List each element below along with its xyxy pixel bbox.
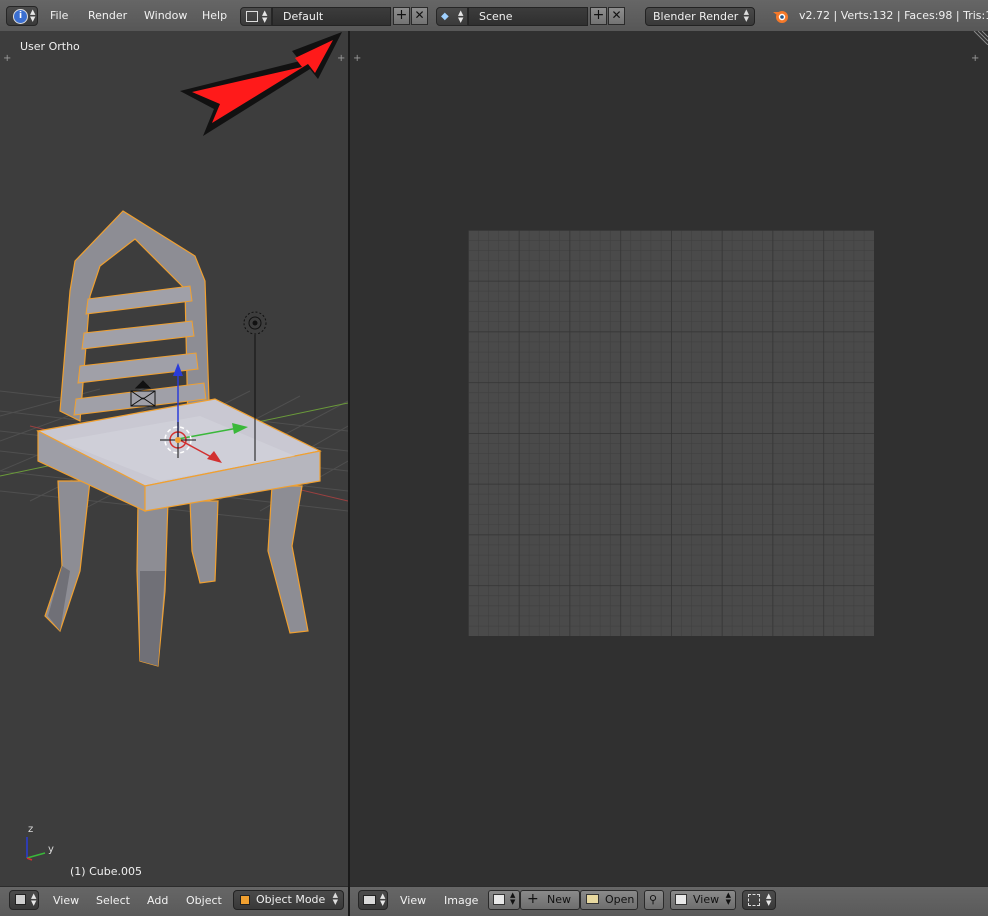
info-header: i ▲ ▼ File Render Window Help ▲ ▼ Default … [0,0,988,32]
updown-icon: ▲ ▼ [262,9,268,24]
browse-image-button[interactable]: ▲ ▼ [488,890,520,910]
updown-icon: ▲ ▼ [458,9,464,24]
plus-icon: + [527,891,539,907]
open-image-button[interactable]: Open [580,890,638,910]
updown-icon: ▲ ▼ [332,891,338,906]
menu-object[interactable]: Object [186,894,222,907]
image-editor-header: ▲ ▼ View Image ▲ ▼ + New Open ⚲ View ▲ ▼ ▲ ▼ [350,886,988,916]
menu-add[interactable]: Add [147,894,168,907]
pivot-icon [748,894,760,906]
pin-button[interactable]: ⚲ [644,890,664,910]
corner-plus-icon[interactable]: + [971,53,979,64]
image-icon [675,894,687,905]
view-mode-dropdown[interactable]: View ▲ ▼ [670,890,736,910]
pin-icon: ⚲ [649,893,658,906]
editor-type-button[interactable]: ▲ ▼ [9,890,39,910]
menu-render[interactable]: Render [88,9,127,22]
scene-selector[interactable]: ◆ ▲ ▼ [436,7,468,26]
delete-scene-button[interactable]: ✕ [608,7,625,25]
editor-type-button[interactable]: i ▲ ▼ [6,6,38,26]
updown-icon: ▲ ▼ [510,891,516,906]
area-split-handle-icon[interactable] [968,31,988,45]
render-engine-dropdown[interactable]: Blender Render ▲ ▼ [645,7,755,26]
menu-view[interactable]: View [53,894,79,907]
mode-label: Object Mode [256,893,326,906]
scene-icon: ◆ [441,11,449,22]
scene-field[interactable]: Scene [468,7,588,26]
image-icon [493,894,505,905]
menu-view[interactable]: View [400,894,426,907]
axis-z-label: z [28,824,34,835]
pivot-dropdown[interactable]: ▲ ▼ [742,890,776,910]
annotation-arrow [192,40,333,123]
chair-legs [44,480,309,667]
menu-help[interactable]: Help [202,9,227,22]
object-mode-icon [240,895,250,905]
updown-icon: ▲ ▼ [725,891,731,906]
3d-view-header: ▲ ▼ View Select Add Object Object Mode ▲ ▼ [0,886,348,916]
cube-icon [15,894,26,905]
add-layout-button[interactable]: + [393,7,410,25]
viewport-scene [0,32,348,861]
image-editor-icon [363,895,376,905]
updown-icon: ▲ ▼ [743,8,749,23]
screen-layout-selector[interactable]: ▲ ▼ [240,7,272,26]
new-image-button[interactable]: + New [520,890,580,910]
render-engine-label: Blender Render [653,10,739,23]
view-mode-label: View [693,893,720,906]
layout-grid-icon [246,11,258,22]
new-label: New [547,893,571,906]
axis-y-label: y [48,844,54,855]
add-scene-button[interactable]: + [590,7,607,25]
menu-file[interactable]: File [50,9,68,22]
3d-viewport[interactable]: User Ortho + + z y (1) Cube.005 [0,31,348,886]
uv-grid [468,230,874,636]
updown-icon: ▲ ▼ [30,8,36,23]
delete-layout-button[interactable]: ✕ [411,7,428,25]
updown-icon: ▲ ▼ [31,892,37,907]
uv-image-editor[interactable]: + + [350,31,988,886]
mode-dropdown[interactable]: Object Mode ▲ ▼ [233,890,344,910]
menu-image[interactable]: Image [444,894,478,907]
updown-icon: ▲ ▼ [380,892,386,907]
blender-logo-icon [773,11,788,23]
folder-icon [586,894,599,904]
scene-statistics: v2.72 | Verts:132 | Faces:98 | Tris:196 [799,9,988,22]
menu-window[interactable]: Window [144,9,187,22]
menu-select[interactable]: Select [96,894,130,907]
editor-type-button[interactable]: ▲ ▼ [358,890,388,910]
active-object-label: (1) Cube.005 [70,865,142,878]
open-label: Open [605,893,635,906]
corner-plus-icon[interactable]: + [353,53,361,64]
info-icon: i [13,9,28,24]
axis-gizmo [26,837,46,861]
updown-icon: ▲ ▼ [766,892,772,907]
screen-layout-field[interactable]: Default [272,7,391,26]
